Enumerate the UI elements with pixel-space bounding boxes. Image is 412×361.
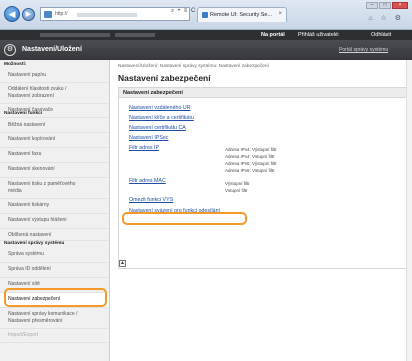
sidebar-item-import-export[interactable]: Import/Export xyxy=(0,329,109,343)
address-redacted xyxy=(77,13,137,17)
sidebar-category-system-management: Nastavení správy systému xyxy=(4,241,65,246)
logout-link[interactable]: Odhlásit xyxy=(371,32,391,38)
sidebar-item-label: Oblíbená nastavení xyxy=(8,232,52,238)
app-topbar: Na portál Přihláš uživatelé: Odhlásit xyxy=(0,30,412,40)
sidebar-item-favorites[interactable]: Oblíbená nastavení xyxy=(0,229,109,241)
sidebar: Možnosti: Nastavení papíru Oddálení hlas… xyxy=(0,60,110,361)
sidebar-item-fax[interactable]: Nastavení faxu xyxy=(0,148,109,163)
settings-home-icon[interactable]: ⚙ xyxy=(4,44,16,56)
system-portal-link[interactable]: Portál správy systému xyxy=(339,47,388,53)
security-highlight-ring xyxy=(4,288,107,307)
logged-in-user: Přihláš uživatelé: xyxy=(298,32,340,38)
sidebar-item-label: Nastavení výstupu hlášení xyxy=(8,217,67,223)
section-header: Nastavení zabezpečení xyxy=(119,88,406,98)
sidebar-item-report-output[interactable]: Nastavení výstupu hlášení xyxy=(0,214,109,229)
device-name-redacted xyxy=(40,33,110,37)
tab-close-icon[interactable]: × xyxy=(278,11,282,17)
sidebar-item-label: Správa systému xyxy=(8,251,44,257)
sidebar-item-common[interactable]: Běžná nastavení xyxy=(0,119,109,133)
maximize-icon[interactable]: □ xyxy=(379,2,391,9)
sidebar-item-label-line2: Nastavení přesměrování xyxy=(8,318,63,324)
sidebar-category-preferences: Možnosti: xyxy=(4,62,27,67)
sidebar-item-department-id[interactable]: Správa ID oddělení xyxy=(0,263,109,278)
link-key-certificate[interactable]: Nastavení klíče a certifikátu xyxy=(129,115,194,121)
sidebar-item-label: Nastavení sítě xyxy=(8,281,40,287)
sidebar-item-label: Nastavení faxu xyxy=(8,151,42,157)
mac-filter-status: Výstupní filtr xyxy=(225,181,250,186)
app-header: ⚙ Nastavení/Uložení Portál správy systém… xyxy=(0,40,412,60)
sidebar-item-scan[interactable]: Nastavení skenování xyxy=(0,163,109,178)
sidebar-category-function: Nastavení funkcí xyxy=(4,111,43,116)
link-ipsec[interactable]: Nastavení IPSec xyxy=(129,135,168,141)
send-restriction-highlight-ring xyxy=(122,212,247,225)
sidebar-item-label: Nastavení skenování xyxy=(8,166,55,172)
tab-title: Remote UI: Security Se... xyxy=(210,12,273,18)
sidebar-item-label: Správa ID oddělení xyxy=(8,266,51,272)
link-ip-filter[interactable]: Filtr adres IP xyxy=(129,145,159,151)
forward-arrow-icon[interactable]: ▶ xyxy=(22,8,35,21)
sidebar-item-label: Nastavení kopírování xyxy=(8,136,56,142)
ip-filter-status: Adresa IPv4: Výstupní filtr xyxy=(225,147,277,152)
window-controls: – □ × xyxy=(365,2,408,9)
header-title: Nastavení/Uložení xyxy=(22,46,82,53)
sidebar-item-label: Import/Export xyxy=(8,332,39,338)
sidebar-item-label-line2: média xyxy=(8,188,22,194)
back-arrow-icon[interactable]: ◀ xyxy=(4,6,20,22)
sidebar-item-memory-media-print[interactable]: Nastavení tisku z paměťového média xyxy=(0,178,109,199)
sidebar-item-label: Nastavení papíru xyxy=(8,72,47,78)
page-title: Nastavení zabezpečení xyxy=(118,73,211,83)
portal-link[interactable]: Na portál xyxy=(261,32,285,38)
link-remote-ui[interactable]: Nastavení vzdáleného UR xyxy=(129,105,191,111)
address-text: http:// xyxy=(55,11,68,17)
page-icon xyxy=(44,11,52,18)
sidebar-item-printer[interactable]: Nastavení tiskárny xyxy=(0,199,109,214)
minimize-icon[interactable]: – xyxy=(366,2,378,9)
browser-tab[interactable]: Remote UI: Security Se... × xyxy=(197,7,287,22)
toolbar-icons[interactable]: ⌂ ☆ ⚙ xyxy=(368,14,404,22)
sidebar-item-paper[interactable]: Nastavení papíru xyxy=(0,69,109,83)
sidebar-item-communication[interactable]: Nastavení správy komunikace / Nastavení p… xyxy=(0,308,109,329)
link-restrict-function[interactable]: Omezit funkci VYS xyxy=(129,197,173,203)
sidebar-item-label: Nastavení správy komunikace / xyxy=(8,311,78,317)
ip-filter-status: Adresa IPv6: Výstupní filtr xyxy=(225,161,277,166)
ip-filter-status: Adresa IPv6: Vstupní filtr xyxy=(225,168,275,173)
scrollbar[interactable] xyxy=(406,60,412,361)
tab-favicon-icon xyxy=(202,12,208,18)
sidebar-item-label: Oddálení hlasitosti zvuku / xyxy=(8,86,67,92)
sidebar-item-label: Nastavení tisku z paměťového xyxy=(8,181,76,187)
browser-chrome: ◀ ▶ http:// ⌕ • ≡ C × Remote UI: Securit… xyxy=(0,0,412,30)
sidebar-item-copy[interactable]: Nastavení kopírování xyxy=(0,133,109,148)
device-info-redacted xyxy=(115,33,155,37)
page-top-icon[interactable]: ▲ xyxy=(119,260,126,267)
mac-filter-status: Vstupní filtr xyxy=(225,188,248,193)
security-settings-panel: Nastavení zabezpečení Nastavení vzdálené… xyxy=(118,87,407,269)
ip-filter-status: Adresa IPv4: Vstupní filtr xyxy=(225,154,275,159)
sidebar-item-label: Běžná nastavení xyxy=(8,122,46,128)
breadcrumb: Nastavení/Uložení: Nastavení správy syst… xyxy=(118,64,269,69)
address-bar[interactable]: http:// xyxy=(40,7,190,21)
sidebar-item-label: Nastavení tiskárny xyxy=(8,202,50,208)
sidebar-item-volume-display[interactable]: Oddálení hlasitosti zvuku / Nastavení zob… xyxy=(0,83,109,104)
sidebar-item-system-management[interactable]: Správa systému xyxy=(0,248,109,263)
link-ca-certificate[interactable]: Nastavení certifikátu CA xyxy=(129,125,186,131)
main-content: Nastavení/Uložení: Nastavení správy syst… xyxy=(111,60,412,361)
sidebar-item-label-line2: Nastavení zobrazení xyxy=(8,93,54,99)
link-mac-filter[interactable]: Filtr adres MAC xyxy=(129,178,166,184)
close-window-icon[interactable]: × xyxy=(392,2,408,9)
